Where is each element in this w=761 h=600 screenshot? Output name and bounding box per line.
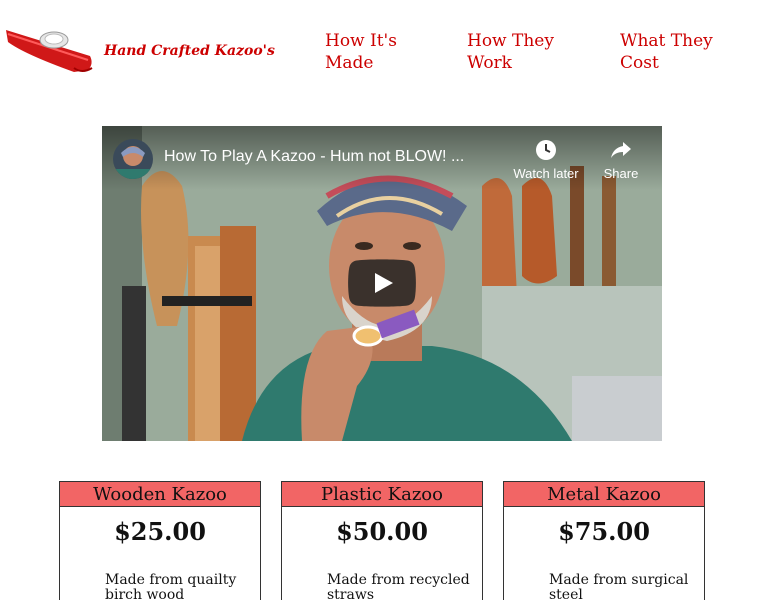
card-description: Made from recycled straws (327, 572, 470, 600)
clock-icon (536, 140, 556, 160)
card-title: Metal Kazoo (504, 482, 704, 507)
card-price: $75.00 (558, 517, 650, 546)
video-player[interactable]: How To Play A Kazoo - Hum not BLOW! ... … (102, 126, 662, 441)
card-title: Plastic Kazoo (282, 482, 482, 507)
page: Hand Crafted Kazoo's How It's Made How T… (0, 0, 761, 600)
watch-later-label: Watch later (513, 166, 579, 181)
site-logo[interactable]: Hand Crafted Kazoo's (4, 24, 275, 76)
kazoo-logo-icon (6, 30, 93, 72)
watch-later-button[interactable]: Watch later (506, 138, 586, 181)
share-label: Share (603, 166, 639, 181)
pricing-card-wooden: Wooden Kazoo $25.00 Made from quailty bi… (59, 481, 261, 600)
card-price: $25.00 (114, 517, 206, 546)
card-price: $50.00 (336, 517, 428, 546)
nav-how-they-work[interactable]: How They Work (467, 30, 577, 74)
logo-text: Hand Crafted Kazoo's (104, 43, 275, 59)
play-icon[interactable] (348, 259, 416, 307)
share-icon (611, 142, 631, 158)
pricing-card-metal: Metal Kazoo $75.00 Made from surgical st… (503, 481, 705, 600)
channel-avatar[interactable] (113, 139, 153, 179)
nav-what-they-cost[interactable]: What They Cost (620, 30, 750, 74)
card-description: Made from surgical steel (549, 572, 689, 600)
nav-how-its-made[interactable]: How It's Made (325, 30, 435, 74)
pricing-card-plastic: Plastic Kazoo $50.00 Made from recycled … (281, 481, 483, 600)
video-title[interactable]: How To Play A Kazoo - Hum not BLOW! ... (164, 148, 494, 166)
share-button[interactable]: Share (581, 138, 661, 181)
card-description: Made from quailty birch wood (105, 572, 237, 600)
card-title: Wooden Kazoo (60, 482, 260, 507)
